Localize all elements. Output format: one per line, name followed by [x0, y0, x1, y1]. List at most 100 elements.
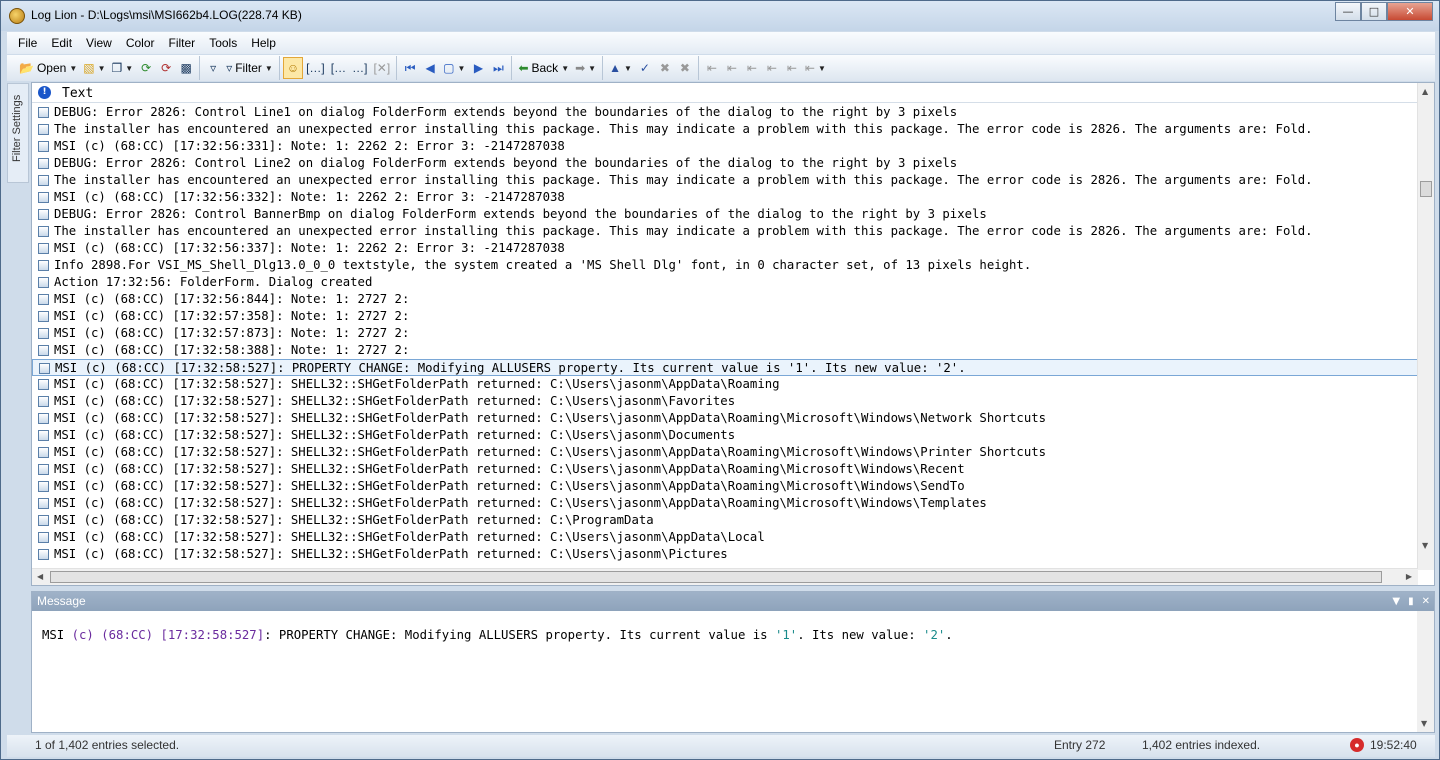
table-row[interactable]: MSI (c) (68:CC) [17:32:56:332]: Note: 1:…	[32, 189, 1418, 206]
scroll-left-icon[interactable]: ◀	[37, 572, 43, 581]
table-row[interactable]: MSI (c) (68:CC) [17:32:56:337]: Note: 1:…	[32, 240, 1418, 257]
dropdown-icon[interactable]: ▼	[1392, 596, 1400, 607]
msg-part-timestamp: [17:32:58:527]	[160, 628, 265, 642]
indent-button-2[interactable]: ⇤	[722, 57, 742, 79]
highlight-toggle-button[interactable]: ☺	[282, 57, 304, 79]
horizontal-scrollbar[interactable]: ◀ ▶	[32, 568, 1418, 585]
left-bracket-button[interactable]: […	[328, 57, 349, 79]
table-row[interactable]: MSI (c) (68:CC) [17:32:58:527]: SHELL32:…	[32, 495, 1418, 512]
indent-button-6[interactable]: ⇤ ▼	[802, 57, 829, 79]
chevron-down-icon: ▼	[69, 63, 78, 73]
table-row[interactable]: MSI (c) (68:CC) [17:32:58:527]: SHELL32:…	[32, 512, 1418, 529]
next-button[interactable]: ▶	[468, 57, 488, 79]
first-button[interactable]: ⏮	[400, 57, 420, 79]
row-text: MSI (c) (68:CC) [17:32:56:337]: Note: 1:…	[54, 241, 565, 255]
table-row[interactable]: MSI (c) (68:CC) [17:32:58:527]: SHELL32:…	[32, 478, 1418, 495]
indent-button-4[interactable]: ⇤	[762, 57, 782, 79]
table-row[interactable]: The installer has encountered an unexpec…	[32, 121, 1418, 138]
table-row[interactable]: MSI (c) (68:CC) [17:32:58:527]: SHELL32:…	[32, 444, 1418, 461]
table-row[interactable]: MSI (c) (68:CC) [17:32:57:358]: Note: 1:…	[32, 308, 1418, 325]
forward-button[interactable]: ➡ ▼	[572, 57, 599, 79]
msg-part: . Its new value:	[797, 628, 924, 642]
copy-button[interactable]: ❐ ▼	[109, 57, 137, 79]
chevron-down-icon: ▼	[588, 63, 597, 73]
menu-color[interactable]: Color	[119, 32, 162, 54]
table-row[interactable]: DEBUG: Error 2826: Control Line1 on dial…	[32, 104, 1418, 121]
table-row[interactable]: The installer has encountered an unexpec…	[32, 223, 1418, 240]
log-grid[interactable]: ! Text DEBUG: Error 2826: Control Line1 …	[31, 82, 1435, 586]
pin-icon[interactable]: ▮	[1408, 596, 1414, 607]
scroll-down-icon[interactable]: ▼	[1422, 541, 1428, 550]
table-row[interactable]: MSI (c) (68:CC) [17:32:58:527]: SHELL32:…	[32, 529, 1418, 546]
menu-edit[interactable]: Edit	[44, 32, 79, 54]
previous-button[interactable]: ◀	[420, 57, 440, 79]
reload-button[interactable]: ⟳	[156, 57, 176, 79]
message-scrollbar[interactable]: ▼	[1417, 611, 1434, 732]
scroll-right-icon[interactable]: ▶	[1406, 572, 1412, 581]
clipboard-button[interactable]: ▩	[176, 57, 196, 79]
menu-filter[interactable]: Filter	[162, 32, 203, 54]
open-button[interactable]: 📂 Open ▼	[16, 57, 80, 79]
entry-icon	[38, 379, 49, 390]
menu-view[interactable]: View	[79, 32, 119, 54]
indent-button-1[interactable]: ⇤	[702, 57, 722, 79]
msg-part-value: '2'	[923, 628, 946, 642]
filter-edit-button[interactable]: ▿	[203, 57, 223, 79]
table-row[interactable]: DEBUG: Error 2826: Control Line2 on dial…	[32, 155, 1418, 172]
title-bar[interactable]: Log Lion - D:\Logs\msi\MSI662b4.LOG(228.…	[1, 1, 1439, 31]
refresh-button[interactable]: ⟳	[136, 57, 156, 79]
clear-bracket-button[interactable]: [✕]	[370, 57, 393, 79]
last-button[interactable]: ⏭	[488, 57, 508, 79]
table-row[interactable]: MSI (c) (68:CC) [17:32:58:527]: SHELL32:…	[32, 376, 1418, 393]
grid-header[interactable]: ! Text	[32, 83, 1418, 103]
table-row[interactable]: DEBUG: Error 2826: Control BannerBmp on …	[32, 206, 1418, 223]
back-button[interactable]: ⬅ Back ▼	[515, 57, 572, 79]
table-row[interactable]: MSI (c) (68:CC) [17:32:58:527]: SHELL32:…	[32, 461, 1418, 478]
close-icon[interactable]: ✕	[1422, 596, 1430, 607]
filter-settings-tab[interactable]: Filter Settings	[7, 83, 29, 183]
right-bracket-button[interactable]: …]	[349, 57, 370, 79]
table-row[interactable]: MSI (c) (68:CC) [17:32:58:388]: Note: 1:…	[32, 342, 1418, 359]
table-row[interactable]: MSI (c) (68:CC) [17:32:58:527]: SHELL32:…	[32, 393, 1418, 410]
vertical-scrollbar[interactable]: ▲ ▼	[1417, 83, 1434, 570]
table-row[interactable]: MSI (c) (68:CC) [17:32:58:527]: SHELL32:…	[32, 546, 1418, 563]
filter-button[interactable]: ▿ Filter ▼	[223, 57, 276, 79]
hscroll-thumb[interactable]	[50, 571, 1382, 583]
stop-button[interactable]: ▢ ▼	[440, 57, 468, 79]
alert-icon[interactable]: ●	[1350, 738, 1364, 752]
forward-arrow-icon: ➡	[575, 61, 586, 75]
table-row[interactable]: Info 2898.For VSI_MS_Shell_Dlg13.0_0_0 t…	[32, 257, 1418, 274]
table-row[interactable]: MSI (c) (68:CC) [17:32:58:527]: SHELL32:…	[32, 410, 1418, 427]
database-button[interactable]: ▧ ▼	[80, 57, 108, 79]
scroll-down-icon[interactable]: ▼	[1421, 719, 1427, 728]
menu-help[interactable]: Help	[244, 32, 283, 54]
menu-tools[interactable]: Tools	[202, 32, 244, 54]
scroll-up-icon[interactable]: ▲	[1422, 87, 1428, 96]
msg-part: : PROPERTY CHANGE: Modifying ALLUSERS pr…	[264, 628, 775, 642]
table-row[interactable]: MSI (c) (68:CC) [17:32:56:331]: Note: 1:…	[32, 138, 1418, 155]
table-row[interactable]: MSI (c) (68:CC) [17:32:58:527]: PROPERTY…	[32, 359, 1418, 376]
maximize-button[interactable]: □	[1361, 2, 1387, 21]
filter-settings-label: Filter Settings	[11, 94, 23, 162]
menu-file[interactable]: File	[11, 32, 44, 54]
table-row[interactable]: Action 17:32:56: FolderForm. Dialog crea…	[32, 274, 1418, 291]
entry-icon	[38, 192, 49, 203]
unpin-all-button[interactable]: ✖	[675, 57, 695, 79]
table-row[interactable]: MSI (c) (68:CC) [17:32:57:873]: Note: 1:…	[32, 325, 1418, 342]
table-row[interactable]: The installer has encountered an unexpec…	[32, 172, 1418, 189]
chevron-down-icon: ▼	[125, 63, 134, 73]
unpin-button[interactable]: ✖	[655, 57, 675, 79]
text-column-header[interactable]: Text	[62, 86, 93, 101]
bookmark-button[interactable]: ▲ ▼	[606, 57, 635, 79]
pin-button[interactable]: ✓	[635, 57, 655, 79]
indent-button-3[interactable]: ⇤	[742, 57, 762, 79]
toolbar: 📂 Open ▼ ▧ ▼ ❐ ▼ ⟳ ⟳ ▩ ▿ ▿ Filter ▼ ☺ […] [… ……	[7, 55, 1435, 81]
wrap-button[interactable]: […]	[303, 57, 328, 79]
indent-button-5[interactable]: ⇤	[782, 57, 802, 79]
minimize-button[interactable]: —	[1335, 2, 1361, 21]
table-row[interactable]: MSI (c) (68:CC) [17:32:58:527]: SHELL32:…	[32, 427, 1418, 444]
scroll-thumb[interactable]	[1420, 181, 1432, 197]
close-button[interactable]: ✕	[1387, 2, 1433, 21]
toolbar-group-bookmarks: ▲ ▼ ✓ ✖ ✖	[603, 56, 699, 80]
table-row[interactable]: MSI (c) (68:CC) [17:32:56:844]: Note: 1:…	[32, 291, 1418, 308]
